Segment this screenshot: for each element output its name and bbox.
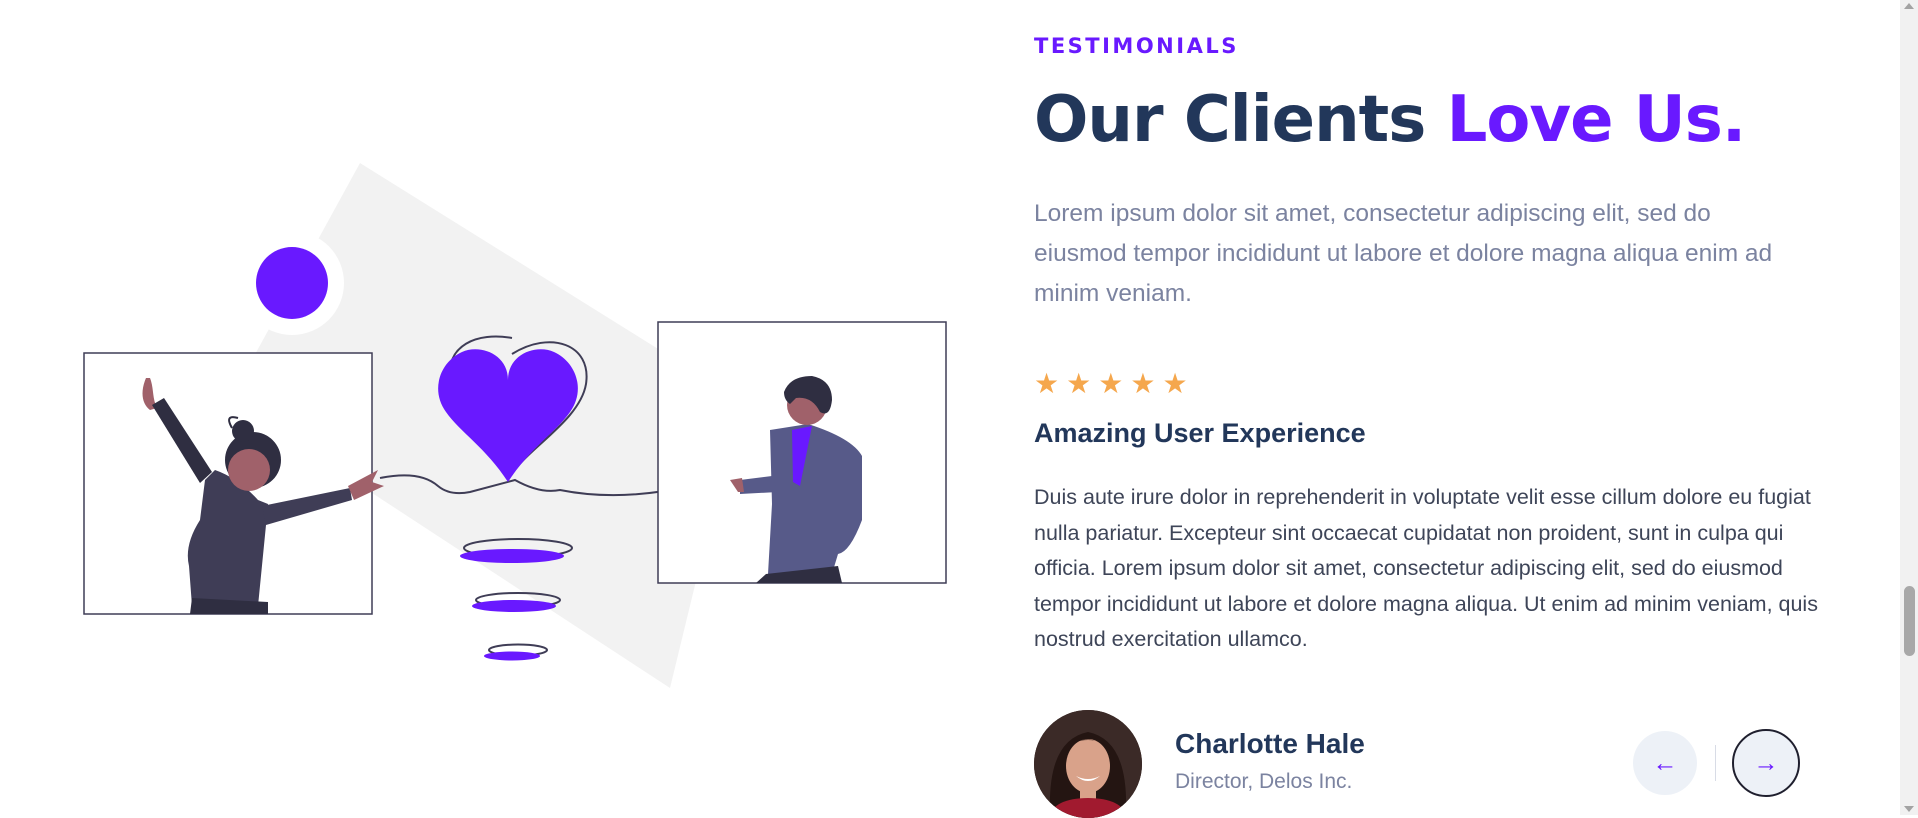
previous-button[interactable]: ← bbox=[1633, 731, 1697, 795]
scroll-thumb[interactable] bbox=[1904, 586, 1915, 656]
next-button[interactable]: → bbox=[1732, 729, 1800, 797]
arrow-left-icon: ← bbox=[1652, 748, 1678, 777]
star-icon: ★ bbox=[1162, 368, 1188, 399]
section-eyebrow: TESTIMONIALS bbox=[1034, 34, 1239, 58]
author-role: Director, Delos Inc. bbox=[1175, 770, 1353, 793]
review-body: Duis aute irure dolor in reprehenderit i… bbox=[1034, 485, 1818, 651]
star-icon: ★ bbox=[1130, 368, 1156, 399]
portal bbox=[460, 549, 564, 563]
section-heading: Our Clients Love Us. bbox=[1034, 83, 1747, 157]
page-scrollbar[interactable] bbox=[1900, 0, 1918, 815]
star-icon: ★ bbox=[1098, 368, 1124, 399]
avatar bbox=[1034, 710, 1142, 818]
author-name: Charlotte Hale bbox=[1175, 728, 1365, 759]
nav-divider bbox=[1715, 745, 1716, 781]
rating-stars: ★ ★ ★ ★ ★ bbox=[1034, 370, 1188, 398]
star-icon: ★ bbox=[1066, 368, 1092, 399]
testimonial-illustration bbox=[83, 163, 947, 688]
portal bbox=[484, 651, 540, 661]
star-icon: ★ bbox=[1034, 368, 1060, 399]
testimonial-nav: ← → bbox=[1633, 729, 1800, 797]
section-intro: Lorem ipsum dolor sit amet, consectetur … bbox=[1034, 200, 1773, 307]
heading-accent: Love Us. bbox=[1446, 83, 1747, 157]
scroll-down-icon[interactable] bbox=[1904, 806, 1914, 812]
decor-circle bbox=[256, 247, 328, 319]
arrow-right-icon: → bbox=[1753, 748, 1779, 777]
author-text: Charlotte Hale Director, Delos Inc. bbox=[1175, 710, 1365, 818]
scroll-up-icon[interactable] bbox=[1904, 3, 1914, 9]
portal bbox=[472, 600, 556, 612]
review-author: Charlotte Hale Director, Delos Inc. bbox=[1034, 710, 1365, 818]
review-title: Amazing User Experience bbox=[1034, 418, 1366, 448]
heading-main: Our Clients bbox=[1034, 83, 1447, 157]
